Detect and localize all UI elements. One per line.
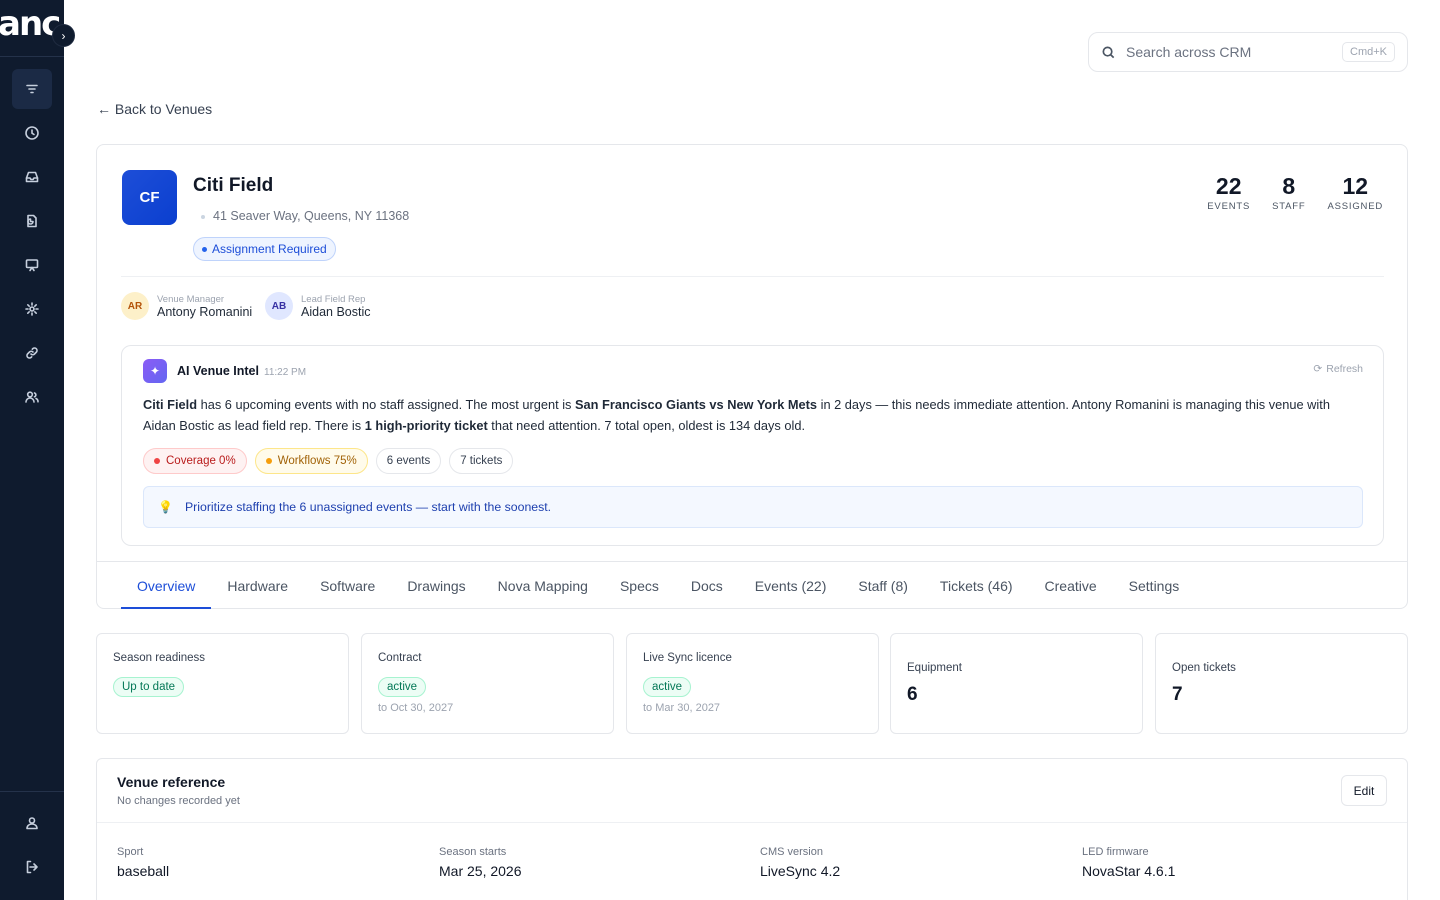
location-dot-icon [201,214,205,219]
ai-venue-intel-panel: ✦ AI Venue Intel 11:22 PM ⟳ Refresh Citi … [121,345,1384,546]
divider [97,822,1407,823]
tab-staff[interactable]: Staff (8) [842,562,924,609]
clock-icon [25,126,39,140]
sidebar-collapse-button[interactable]: › [52,24,75,47]
sidebar-item-reports[interactable] [12,201,52,241]
venue-header-card: CF Citi Field 41 Seaver Way, Queens, NY … [96,144,1408,609]
avatar: AB [265,292,293,320]
sidebar: anc › [0,0,75,900]
tab-software[interactable]: Software [304,562,391,609]
sidebar-item-integrations[interactable] [12,333,52,373]
stat-events: 22 EVENTS [1207,173,1251,212]
ai-panel-title: AI Venue Intel [177,364,259,378]
sidebar-item-venues[interactable] [12,69,52,109]
section-title: Venue reference [117,774,226,790]
ai-summary-text: Citi Field has 6 upcoming events with no… [143,397,1330,433]
status-dot-icon [202,246,207,252]
users-icon [25,391,39,403]
section-subtitle: No changes recorded yet [117,795,240,807]
tab-hardware[interactable]: Hardware [211,562,304,609]
monitor-icon [25,259,39,272]
sidebar-item-team[interactable] [12,377,52,417]
sidebar-item-profile[interactable] [12,803,52,843]
open-tickets-card[interactable]: Open tickets 7 [1155,633,1408,734]
sparkle-icon: ✦ [143,359,167,383]
field-cms-version: CMS version LiveSync 4.2 [760,846,841,879]
lead-field-rep[interactable]: AB Lead Field Rep Aidan Bostic [265,292,370,320]
user-icon [26,817,38,830]
status-badge: Up to date [113,677,185,697]
workflows-chip[interactable]: Workflows 75% [254,448,368,474]
status-badge: active [378,677,427,697]
tab-creative[interactable]: Creative [1029,562,1113,609]
venue-avatar: CF [122,170,177,225]
avatar: AR [121,292,149,320]
status-dot-icon [154,458,160,464]
search-shortcut-badge: Cmd+K [1342,42,1395,62]
status-dot-icon [265,458,272,464]
field-led-firmware: LED firmware NovaStar 4.6.1 [1082,846,1176,879]
coverage-chip[interactable]: Coverage 0% [143,448,247,474]
sidebar-item-settings[interactable] [12,289,52,329]
venue-address: 41 Seaver Way, Queens, NY 11368 [201,209,409,223]
link-icon [26,347,38,359]
venue-name: Citi Field [193,175,274,196]
sidebar-item-history[interactable] [12,113,52,153]
venue-stats: 22 EVENTS 8 STAFF 12 ASSIGNED [1207,171,1383,212]
tab-overview[interactable]: Overview [121,562,212,609]
venue-manager[interactable]: AR Venue Manager Antony Romanini [121,292,252,320]
tab-events[interactable]: Events (22) [739,562,843,609]
stat-assigned: 12 ASSIGNED [1327,173,1383,212]
inbox-icon [25,171,39,183]
sidebar-item-displays[interactable] [12,245,52,285]
chevron-right-icon: › [61,28,66,43]
logout-icon [26,860,38,874]
season-readiness-card: Season readiness Up to date [96,633,349,734]
divider [121,276,1384,277]
tab-drawings[interactable]: Drawings [391,562,481,609]
stat-staff: 8 STAFF [1272,173,1306,212]
equipment-card[interactable]: Equipment 6 [890,633,1143,734]
field-sport: Sport baseball [117,846,170,879]
edit-button[interactable]: Edit [1341,775,1387,806]
venue-reference-card: Venue reference No changes recorded yet … [96,758,1408,900]
live-sync-licence-card: Live Sync licence active to Mar 30, 2027 [626,633,879,734]
global-search[interactable]: Search across CRM Cmd+K [1088,32,1408,72]
ai-recommendation: 💡 Prioritize staffing the 6 unassigned ev… [143,486,1363,528]
refresh-button[interactable]: ⟳ Refresh [1313,363,1363,375]
tab-nova-mapping[interactable]: Nova Mapping [482,562,604,609]
gear-icon [25,302,39,316]
chart-pie-icon [27,214,37,228]
tab-specs[interactable]: Specs [604,562,675,609]
lightbulb-icon: 💡 [158,500,173,514]
ai-timestamp: 11:22 PM [264,367,307,378]
status-badge: active [643,677,692,697]
tickets-chip[interactable]: 7 tickets [449,448,514,474]
refresh-icon: ⟳ [1313,363,1323,375]
field-season-starts: Season starts Mar 25, 2026 [439,846,522,879]
tab-docs[interactable]: Docs [675,562,739,609]
tab-tickets[interactable]: Tickets (46) [924,562,1029,609]
search-icon [1102,46,1115,58]
search-input[interactable]: Search across CRM [1126,44,1342,60]
tab-settings[interactable]: Settings [1113,562,1196,609]
ai-chips: Coverage 0% Workflows 75% 6 events 7 tic… [143,448,514,474]
sidebar-item-logout[interactable] [12,847,52,887]
status-badge: Assignment Required [193,237,336,261]
events-chip[interactable]: 6 events [375,448,442,474]
contract-card: Contract active to Oct 30, 2027 [361,633,614,734]
venue-tabs: Overview Hardware Software Drawings Nova… [97,561,1407,609]
sidebar-divider [0,791,64,792]
back-to-venues-link[interactable]: ← Back to Venues [97,101,212,117]
sidebar-divider [0,56,64,57]
sidebar-item-inbox[interactable] [12,157,52,197]
filter-list-icon [26,84,38,94]
